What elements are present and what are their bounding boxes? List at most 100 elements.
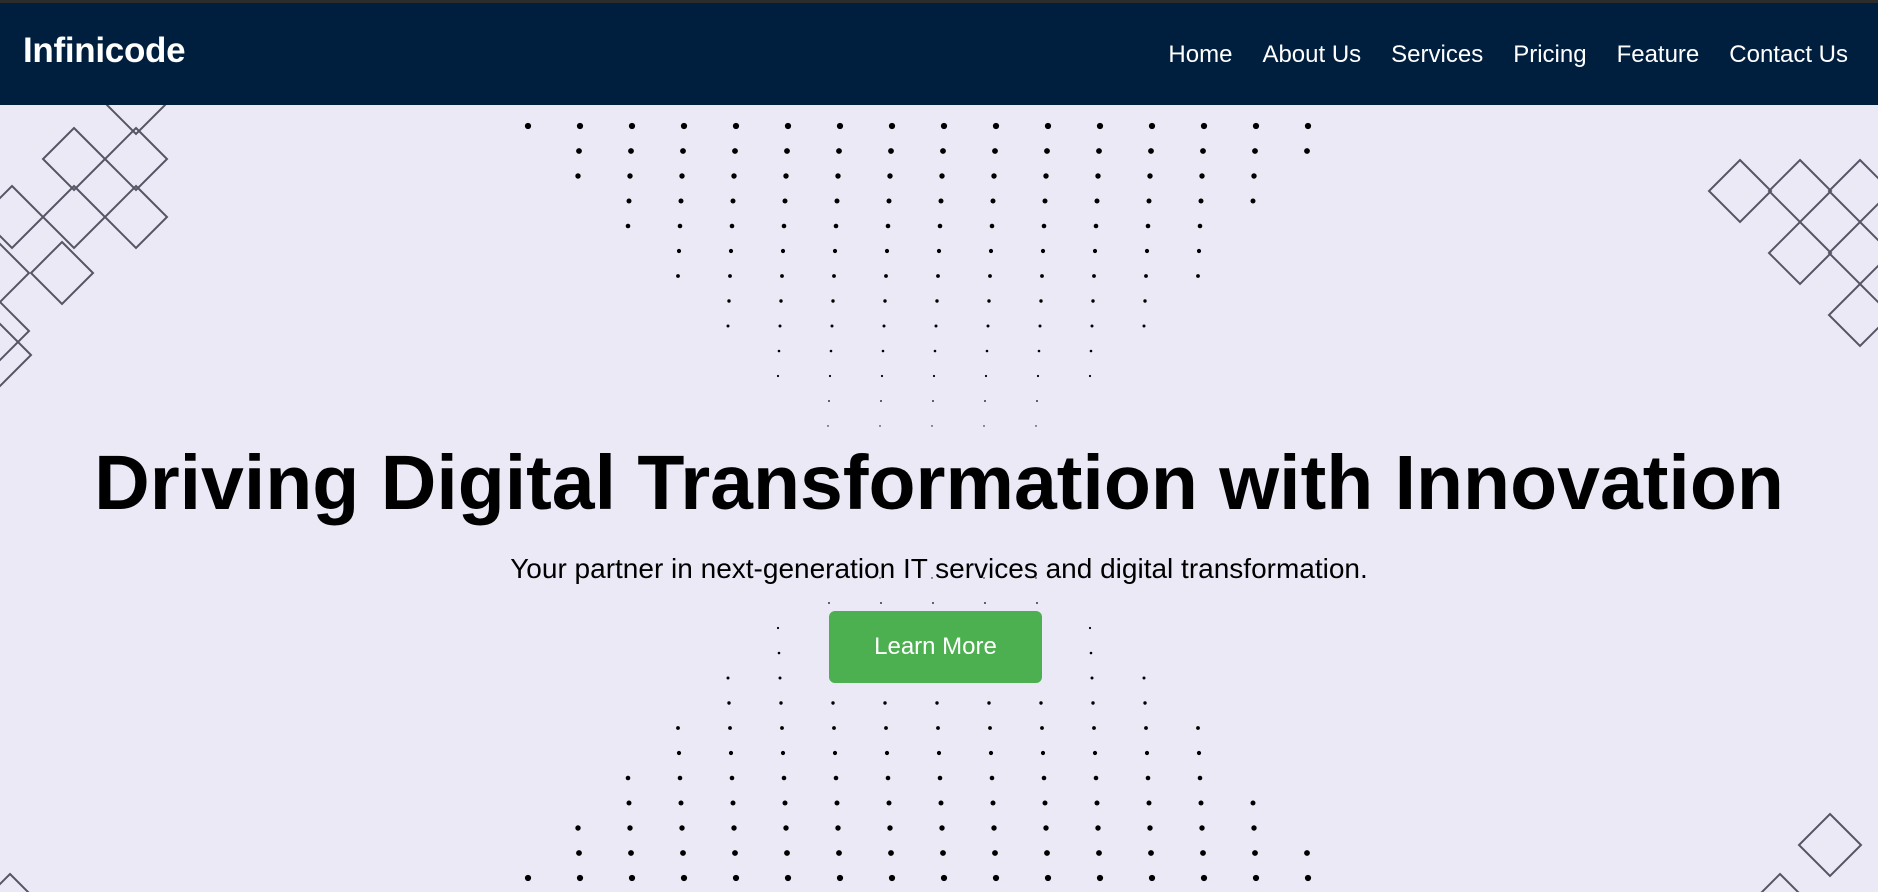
brand-logo[interactable]: Infinicode bbox=[23, 30, 186, 72]
halftone-dot bbox=[1198, 800, 1204, 806]
halftone-dot bbox=[680, 148, 686, 154]
halftone-dot bbox=[931, 425, 933, 427]
halftone-dot bbox=[880, 374, 884, 378]
halftone-dot bbox=[781, 223, 787, 229]
diamond-pattern-bottom-left-icon bbox=[0, 872, 30, 892]
nav-link-home[interactable]: Home bbox=[1168, 41, 1232, 68]
halftone-dot bbox=[988, 248, 994, 254]
halftone-dot bbox=[985, 349, 989, 353]
halftone-dot bbox=[880, 400, 882, 402]
nav-item-home: Home bbox=[1168, 41, 1232, 70]
halftone-dot bbox=[679, 825, 685, 831]
halftone-dot bbox=[1096, 874, 1104, 882]
halftone-dot bbox=[1304, 148, 1310, 154]
halftone-dot bbox=[1196, 726, 1200, 730]
halftone-dot bbox=[1094, 800, 1100, 806]
halftone-dot bbox=[936, 274, 940, 278]
nav-item-pricing: Pricing bbox=[1513, 41, 1586, 70]
diamond-shape bbox=[0, 184, 45, 250]
halftone-dot bbox=[784, 148, 790, 154]
halftone-dot bbox=[1143, 299, 1147, 303]
nav-link-services[interactable]: Services bbox=[1391, 41, 1483, 68]
halftone-dot bbox=[885, 775, 891, 781]
halftone-dot bbox=[1039, 299, 1043, 303]
halftone-dot bbox=[780, 248, 786, 254]
nav-link-about-us[interactable]: About Us bbox=[1262, 41, 1361, 68]
halftone-dot bbox=[627, 825, 633, 831]
halftone-dot bbox=[884, 248, 890, 254]
diamond-pattern-bottom-right-icon bbox=[1760, 812, 1863, 892]
halftone-dot bbox=[576, 148, 582, 154]
halftone-dot bbox=[1252, 874, 1260, 882]
halftone-dot bbox=[628, 874, 636, 882]
halftone-dot bbox=[1093, 775, 1099, 781]
halftone-dot bbox=[1197, 223, 1203, 229]
halftone-dot bbox=[625, 775, 631, 781]
halftone-dot bbox=[1251, 173, 1257, 179]
halftone-dot bbox=[883, 299, 887, 303]
halftone-dot bbox=[1036, 400, 1038, 402]
halftone-dot bbox=[781, 775, 787, 781]
halftone-dot bbox=[727, 701, 731, 705]
halftone-dot bbox=[1148, 122, 1156, 130]
halftone-dot bbox=[986, 324, 990, 328]
halftone-dot bbox=[1199, 825, 1205, 831]
halftone-dot bbox=[1148, 850, 1154, 856]
halftone-dot bbox=[1041, 775, 1047, 781]
halftone-dot bbox=[832, 726, 836, 730]
halftone-dot bbox=[884, 750, 890, 756]
learn-more-button[interactable]: Learn More bbox=[829, 611, 1042, 683]
halftone-dot bbox=[1200, 850, 1206, 856]
diamond-shape bbox=[0, 300, 31, 362]
halftone-dot bbox=[881, 349, 885, 353]
halftone-dot bbox=[1096, 148, 1102, 154]
diamond-pattern-right-icon bbox=[1707, 158, 1878, 348]
halftone-dot bbox=[940, 850, 946, 856]
halftone-dot bbox=[884, 726, 888, 730]
halftone-dot bbox=[727, 299, 731, 303]
halftone-dot bbox=[680, 874, 688, 882]
halftone-dot bbox=[777, 349, 781, 353]
halftone-dot bbox=[934, 324, 938, 328]
nav-item-feature: Feature bbox=[1617, 41, 1700, 70]
halftone-dot bbox=[1040, 274, 1044, 278]
diamond-shape bbox=[103, 126, 169, 192]
nav-link-contact-us[interactable]: Contact Us bbox=[1729, 41, 1848, 68]
halftone-dot bbox=[783, 173, 789, 179]
halftone-dot bbox=[1042, 800, 1048, 806]
halftone-dot bbox=[1143, 701, 1147, 705]
halftone-dot bbox=[828, 602, 830, 604]
halftone-dot bbox=[1199, 173, 1205, 179]
halftone-dot bbox=[676, 274, 680, 278]
nav-link-pricing[interactable]: Pricing bbox=[1513, 41, 1586, 68]
halftone-dot bbox=[887, 173, 893, 179]
halftone-dot bbox=[780, 726, 784, 730]
halftone-dot bbox=[1144, 274, 1148, 278]
halftone-dot bbox=[991, 825, 997, 831]
halftone-dot bbox=[937, 223, 943, 229]
halftone-dot bbox=[678, 800, 684, 806]
halftone-dot bbox=[880, 602, 882, 604]
halftone-dot bbox=[576, 850, 582, 856]
halftone-dot bbox=[726, 676, 730, 680]
diamond-shape bbox=[1827, 282, 1878, 348]
halftone-dot bbox=[936, 248, 942, 254]
nav-link-feature[interactable]: Feature bbox=[1617, 41, 1700, 68]
halftone-dot bbox=[834, 800, 840, 806]
diamond-shape bbox=[1760, 872, 1800, 892]
halftone-dot bbox=[938, 198, 944, 204]
halftone-dot bbox=[1145, 775, 1151, 781]
halftone-dot bbox=[988, 750, 994, 756]
halftone-dot bbox=[779, 701, 783, 705]
halftone-dot bbox=[732, 850, 738, 856]
halftone-dot bbox=[1042, 198, 1048, 204]
halftone-dot bbox=[990, 800, 996, 806]
halftone-dot bbox=[732, 148, 738, 154]
halftone-dot bbox=[732, 874, 740, 882]
halftone-dot bbox=[728, 726, 732, 730]
halftone-dot bbox=[932, 400, 934, 402]
halftone-dot bbox=[989, 775, 995, 781]
halftone-dot bbox=[1142, 676, 1146, 680]
halftone-dot bbox=[884, 274, 888, 278]
halftone-dot bbox=[680, 122, 688, 130]
